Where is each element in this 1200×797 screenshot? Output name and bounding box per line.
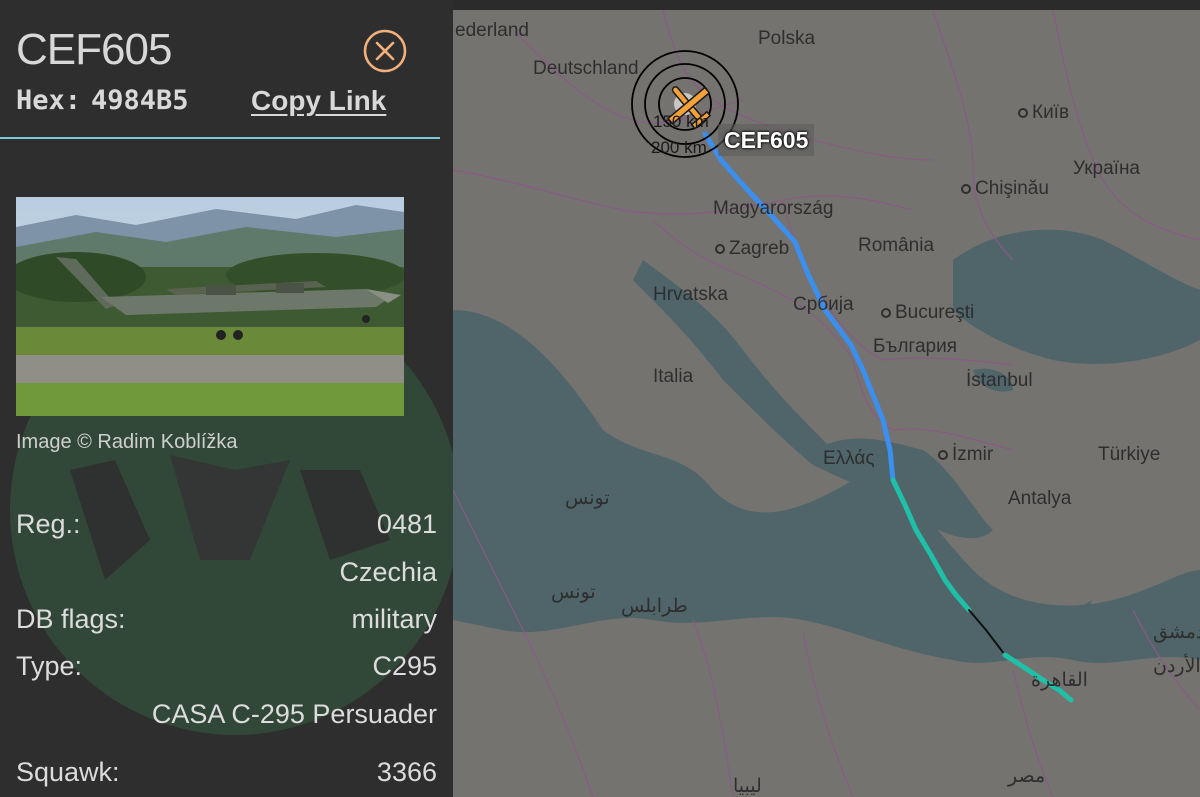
map-label: طرابلس [621, 596, 688, 617]
map-label: Deutschland [533, 58, 639, 79]
city-dot-icon [715, 243, 725, 254]
range-ring-label: 150 km [653, 112, 709, 131]
map-label: România [858, 235, 935, 256]
map-label: Ελλάς [823, 448, 875, 469]
squawk-value: 3366 [376, 757, 437, 787]
type-label: Type: [16, 651, 83, 681]
map-label: Србија [793, 294, 854, 315]
map-top-strip [453, 0, 1200, 10]
map-label: تونس [551, 582, 596, 603]
map-label: تونس [565, 488, 610, 509]
aircraft-info-panel: CEF605 Hex: 4984B5 Copy Link Image © Rad… [0, 0, 453, 797]
db-flags-label: DB flags: [16, 604, 126, 634]
map-label: България [873, 336, 957, 357]
map-label: ليبيا [733, 776, 762, 797]
map-label: Türkiye [1098, 444, 1161, 465]
close-icon[interactable] [362, 28, 408, 74]
aircraft-map-label[interactable]: CEF605 [718, 124, 815, 156]
hex-label: Hex: [16, 85, 82, 116]
map-label: Hrvatska [653, 284, 728, 305]
map-label: Zagreb [715, 238, 789, 260]
map-label: Україна [1073, 158, 1141, 179]
squawk-label: Squawk: [16, 757, 120, 787]
map-label: مصر [1008, 766, 1046, 787]
map-label: Bucureşti [881, 302, 974, 324]
map-label: Київ [1018, 102, 1069, 124]
copy-link[interactable]: Copy Link [251, 84, 386, 118]
map-label: Italia [653, 366, 694, 387]
country-value: Czechia [339, 557, 437, 587]
map-label: Magyarország [713, 198, 834, 219]
header-divider [0, 137, 440, 139]
db-flags-value: military [351, 604, 438, 634]
aircraft-photo[interactable] [16, 197, 404, 416]
map-label: İstanbul [966, 370, 1033, 391]
hex-line: Hex: 4984B5 [16, 84, 189, 118]
close-button[interactable] [362, 28, 408, 74]
photo-credit: Image © Radim Koblížka [16, 431, 238, 453]
city-dot-icon [961, 183, 971, 194]
map-label: القاهرة [1031, 670, 1088, 691]
range-ring-label: 200 km [651, 138, 707, 157]
reg-label: Reg.: [16, 509, 81, 539]
city-dot-icon [938, 449, 948, 460]
city-dot-icon [1018, 107, 1028, 118]
map-label: Antalya [1008, 488, 1072, 509]
type-value: C295 [372, 651, 437, 681]
map-label: Polska [758, 28, 816, 49]
map-label: الأردن [1153, 656, 1200, 677]
hex-value: 4984B5 [91, 85, 189, 116]
map-label: دمشق [1153, 622, 1200, 643]
map-view[interactable]: 150 km 200 km CEF605 ederland Polska Deu… [453, 10, 1200, 797]
reg-value: 0481 [376, 509, 437, 539]
callsign-title: CEF605 [16, 25, 172, 74]
type-description: CASA C-295 Persuader [151, 699, 437, 729]
map-canvas [453, 10, 1200, 797]
map-label: Chişinău [961, 178, 1049, 200]
city-dot-icon [881, 307, 891, 318]
map-label: İzmir [938, 444, 993, 466]
map-label: ederland [455, 20, 529, 41]
aircraft-photo-image [16, 197, 404, 416]
